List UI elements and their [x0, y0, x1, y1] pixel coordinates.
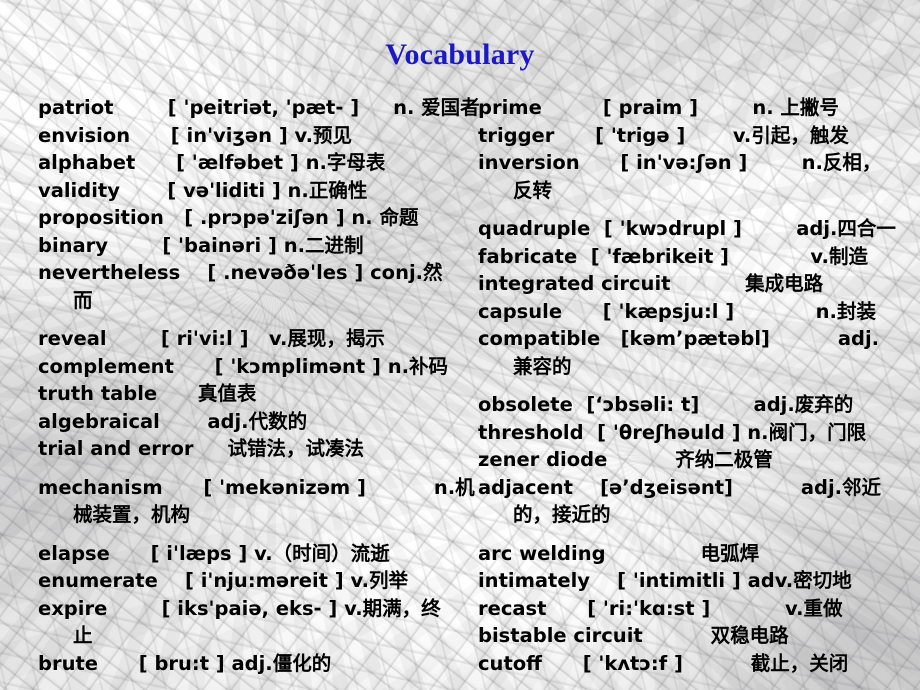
vocabulary-entry: trigger [ 'trigə ] v.引起，触发: [478, 122, 914, 150]
vocabulary-entry-line: nevertheless [ .nevəðə'les ] conj.然: [38, 261, 443, 284]
page-title: Vocabulary: [385, 38, 535, 71]
vocabulary-entry: integrated circuit 集成电路: [478, 270, 914, 298]
vocabulary-entry: elapse [ i'læps ] v.（时间）流逝: [38, 540, 470, 568]
vocabulary-entry: mechanism [ 'mekənizəm ] n.机械装置，机构: [38, 474, 475, 529]
vocabulary-entry-continuation: 止: [73, 624, 93, 647]
vocabulary-entry-line: enumerate [ i'nju:məreit ] v.列举: [38, 569, 409, 592]
vocabulary-entry-line: recast [ 'ri:'kɑ:st ] v.重做: [478, 596, 843, 620]
vocabulary-entry-line: truth table 真值表: [38, 382, 257, 405]
vocabulary-entry-line: arc welding 电弧焊: [478, 541, 760, 565]
vocabulary-entry: capsule [ 'kæpsju:l ] n.封装: [478, 298, 914, 326]
vocabulary-entry: quadruple [ 'kwɔdrupl ] adj.四合一: [478, 215, 914, 243]
vocabulary-entry: obsolete [‘ɔbsəli: t] adj.废弃的: [478, 391, 914, 419]
vocabulary-entry: alphabet [ 'ælfəbet ] n.字母表: [38, 149, 470, 177]
vocabulary-entry: expire [ iks'paiə, eks- ] v.期满，终止: [38, 595, 470, 650]
vocabulary-entry: brute [ bru:t ] adj.僵化的: [38, 650, 470, 678]
vocabulary-entry: arc welding 电弧焊: [478, 540, 914, 568]
vocabulary-entry-continuation: 兼容的: [513, 354, 572, 378]
vocabulary-entry: proposition [ .prɔpə'ziʃən ] n. 命题: [38, 204, 470, 232]
vocabulary-entry-line: algebraical adj.代数的: [38, 409, 308, 433]
vocabulary-entry-line: threshold [ 'θreʃhəuld ] n.阀门，门限: [478, 420, 867, 444]
vocabulary-entry: envision [ in'viʒən ] v.预见: [38, 122, 470, 150]
vocabulary-entry: compatible [kəm’pætəbl] adj. 兼容的: [478, 325, 914, 380]
vocabulary-entry-line: fabricate [ 'fæbrikeit ] v.制造: [478, 244, 868, 268]
vocabulary-entry: bistable circuit 双稳电路: [478, 622, 914, 650]
vocabulary-entry: binary [ 'bainəri ] n.二进制: [38, 232, 470, 260]
vocabulary-entry-continuation: 的，接近的: [513, 503, 611, 526]
vocabulary-entry-line: capsule [ 'kæpsju:l ] n.封装: [478, 299, 876, 323]
vocabulary-entry: prime [ praim ] n. 上撇号: [478, 94, 914, 122]
vocabulary-entry: algebraical adj.代数的: [38, 408, 470, 436]
vocabulary-entry: reveal [ ri'vi:l ] v.展现，揭示: [38, 325, 470, 353]
vocabulary-entry-line: brute [ bru:t ] adj.僵化的: [38, 651, 332, 675]
vocabulary-entry-line: patriot [ 'peitriət, 'pæt- ] n. 爱国者: [38, 96, 480, 119]
entry-group-spacer: [38, 529, 470, 540]
vocabulary-entry: fabricate [ 'fæbrikeit ] v.制造: [478, 243, 914, 271]
vocabulary-entry-line: elapse [ i'læps ] v.（时间）流逝: [38, 541, 390, 565]
vocabulary-entry: cutoff [ 'kʌtɔ:f ] 截止，关闭: [478, 650, 914, 678]
vocabulary-entry: complement [ 'kɔmplimənt ] n.补码: [38, 353, 470, 381]
vocabulary-entry: zener diode 齐纳二极管: [478, 446, 914, 474]
vocabulary-entry: enumerate [ i'nju:məreit ] v.列举: [38, 567, 470, 595]
vocabulary-entry-line: prime [ praim ] n. 上撇号: [478, 96, 839, 119]
entry-group-spacer: [478, 204, 914, 215]
vocabulary-entry-line: cutoff [ 'kʌtɔ:f ] 截止，关闭: [478, 651, 849, 675]
vocabulary-entry-line: trial and error 试错法，试凑法: [38, 437, 364, 460]
vocabulary-entry-continuation: 械装置，机构: [73, 503, 191, 526]
entry-group-spacer: [38, 463, 470, 474]
vocabulary-entry-line: intimately [ 'intimitli ] adv.密切地: [478, 569, 852, 592]
vocabulary-entry: threshold [ 'θreʃhəuld ] n.阀门，门限: [478, 419, 914, 447]
vocabulary-entry-line: mechanism [ 'mekənizəm ] n.机: [38, 475, 475, 499]
vocabulary-entry-line: expire [ iks'paiə, eks- ] v.期满，终: [38, 596, 441, 620]
vocabulary-entry: trial and error 试错法，试凑法: [38, 435, 470, 463]
vocabulary-entry: truth table 真值表: [38, 380, 470, 408]
vocabulary-entry-line: obsolete [‘ɔbsəli: t] adj.废弃的: [478, 393, 854, 416]
vocabulary-column-right: prime [ praim ] n. 上撇号 trigger [ 'trigə ]…: [478, 94, 914, 677]
entry-group-spacer: [478, 529, 914, 540]
vocabulary-entry: nevertheless [ .nevəðə'les ] conj.然而: [38, 259, 470, 314]
slide-canvas: Vocabulary patriot [ 'peitriət, 'pæt- ] …: [0, 0, 920, 690]
vocabulary-entry-line: compatible [kəm’pætəbl] adj.: [478, 327, 880, 350]
vocabulary-entry-line: validity [ və'liditi ] n.正确性: [38, 178, 368, 202]
vocabulary-entry: patriot [ 'peitriət, 'pæt- ] n. 爱国者: [38, 94, 480, 122]
vocabulary-entry-line: envision [ in'viʒən ] v.预见: [38, 123, 353, 147]
entry-group-spacer: [38, 677, 470, 688]
vocabulary-entry-line: integrated circuit 集成电路: [478, 272, 824, 295]
entry-group-spacer: [38, 314, 470, 325]
vocabulary-entry-continuation: 反转: [513, 178, 553, 202]
vocabulary-entry: recast [ 'ri:'kɑ:st ] v.重做: [478, 595, 914, 623]
vocabulary-entry-line: quadruple [ 'kwɔdrupl ] adj.四合一: [478, 217, 896, 240]
vocabulary-entry-line: proposition [ .prɔpə'ziʃən ] n. 命题: [38, 206, 419, 229]
vocabulary-entry: validity [ və'liditi ] n.正确性: [38, 177, 470, 205]
vocabulary-entry: inversion [ in'və:ʃən ] n.反相， 反转: [478, 149, 914, 204]
vocabulary-entry-line: inversion [ in'və:ʃən ] n.反相，: [478, 151, 882, 174]
vocabulary-entry-line: adjacent [ə’dʒeisənt] adj.邻近: [478, 475, 882, 499]
vocabulary-entry: adjacent [ə’dʒeisənt] adj.邻近的，接近的: [478, 474, 914, 529]
vocabulary-entry-line: complement [ 'kɔmplimənt ] n.补码: [38, 354, 448, 378]
vocabulary-column-left: patriot [ 'peitriət, 'pæt- ] n. 爱国者 envis…: [38, 94, 480, 688]
vocabulary-entry-line: bistable circuit 双稳电路: [478, 624, 789, 647]
vocabulary-entry: intimately [ 'intimitli ] adv.密切地: [478, 567, 914, 595]
entry-group-spacer: [478, 380, 914, 391]
vocabulary-entry-line: zener diode 齐纳二极管: [478, 448, 773, 471]
vocabulary-entry-line: reveal [ ri'vi:l ] v.展现，揭示: [38, 327, 385, 350]
vocabulary-entry-line: binary [ 'bainəri ] n.二进制: [38, 233, 364, 257]
vocabulary-entry-continuation: 而: [73, 288, 93, 312]
vocabulary-entry-line: alphabet [ 'ælfəbet ] n.字母表: [38, 151, 386, 174]
vocabulary-entry-line: trigger [ 'trigə ] v.引起，触发: [478, 123, 849, 147]
